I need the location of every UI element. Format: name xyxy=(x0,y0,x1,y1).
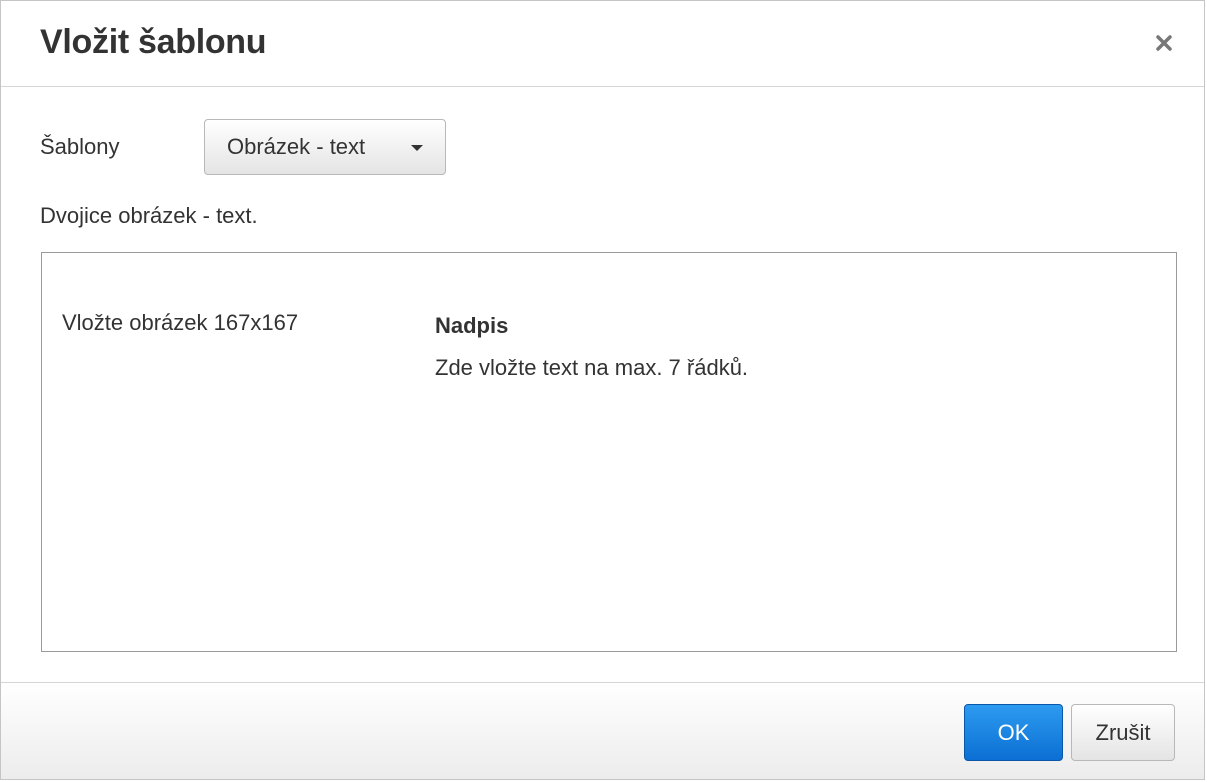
dialog-title: Vložit šablonu xyxy=(40,23,267,61)
caret-down-icon xyxy=(411,145,423,151)
preview-image-placeholder: Vložte obrázek 167x167 xyxy=(62,310,299,335)
insert-template-dialog: Vložit šablonu Šablony Obrázek - text Dv… xyxy=(0,0,1205,780)
cancel-button[interactable]: Zrušit xyxy=(1071,704,1175,761)
template-preview: Vložte obrázek 167x167 Nadpis Zde vložte… xyxy=(41,252,1177,652)
close-icon xyxy=(1156,35,1172,51)
templates-label: Šablony xyxy=(40,134,120,159)
preview-text: Zde vložte text na max. 7 řádků. xyxy=(435,355,749,380)
template-select[interactable]: Obrázek - text xyxy=(204,119,446,175)
preview-heading: Nadpis xyxy=(435,313,509,338)
close-button[interactable] xyxy=(1150,29,1178,57)
template-select-value: Obrázek - text xyxy=(227,134,366,159)
template-description: Dvojice obrázek - text. xyxy=(40,203,258,228)
dialog-footer: OK Zrušit xyxy=(1,682,1204,779)
ok-button[interactable]: OK xyxy=(964,704,1063,761)
templates-row: Šablony Obrázek - text xyxy=(40,119,1204,177)
dialog-header: Vložit šablonu xyxy=(1,1,1204,87)
